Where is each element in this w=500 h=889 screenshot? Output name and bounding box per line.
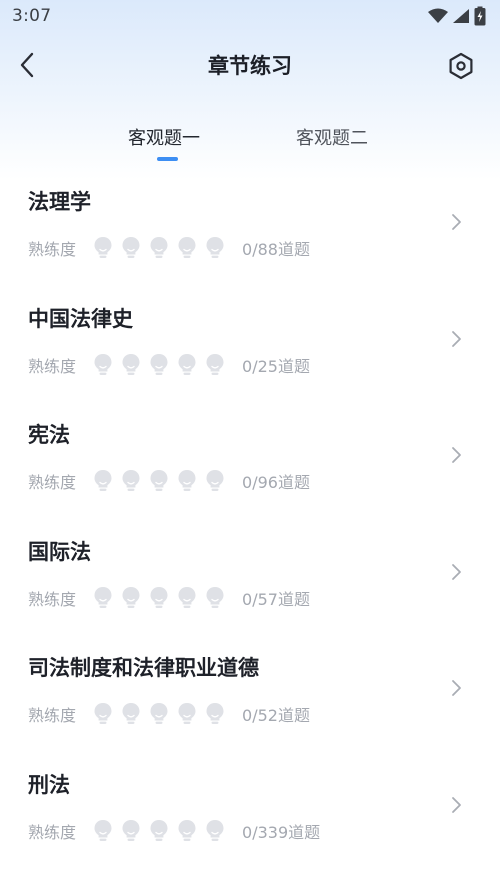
bulb-icon [178, 819, 196, 841]
chapter-title: 国际法 [28, 539, 91, 564]
bulb-icon [94, 237, 112, 258]
mastery-label: 熟练度 [28, 706, 77, 726]
chevron-right-icon [452, 447, 461, 464]
mastery-rating [93, 353, 225, 377]
mastery-label: 熟练度 [28, 589, 77, 609]
chevron-right-icon [452, 563, 461, 580]
active-tab-indicator [157, 157, 178, 161]
chapter-meta: 熟练度 0/96道题 [28, 469, 310, 493]
bulb-icon [178, 703, 196, 725]
wifi-icon [428, 8, 448, 23]
mastery-rating [93, 819, 225, 843]
settings-button[interactable] [444, 49, 478, 83]
bulb-icon [122, 353, 140, 375]
mastery-rating [93, 469, 225, 493]
bulb-icon [94, 703, 112, 725]
mastery-label: 熟练度 [28, 473, 77, 493]
bulb-icon [122, 819, 140, 841]
bulb-icon [94, 470, 112, 492]
question-progress: 0/25道题 [242, 356, 310, 376]
mastery-rating [93, 236, 225, 260]
bulb-icon [94, 819, 112, 841]
bulb-icon [150, 237, 168, 258]
bulb-icon [150, 470, 168, 492]
bulb-icon [150, 819, 168, 841]
chapter-item[interactable]: 国际法熟练度 0/57道题 [0, 516, 500, 633]
question-progress: 0/96道题 [242, 473, 310, 493]
bulb-icon [178, 586, 196, 608]
mastery-label: 熟练度 [28, 240, 77, 259]
question-progress: 0/52道题 [242, 706, 310, 726]
bulb-icon [122, 237, 140, 258]
chapter-meta: 熟练度 0/339道题 [28, 819, 320, 843]
signal-icon [453, 9, 469, 23]
chapter-title: 法理学 [28, 190, 91, 214]
status-time: 3:07 [12, 6, 52, 26]
mastery-label: 熟练度 [28, 356, 77, 376]
mastery-label: 熟练度 [28, 822, 77, 842]
chevron-right-icon [452, 680, 461, 697]
chevron-right-icon [452, 214, 461, 230]
bulb-icon [206, 470, 224, 492]
bulb-icon [122, 470, 140, 492]
chapter-item[interactable]: 中国法律史熟练度 0/25道题 [0, 283, 500, 400]
tab-bar: 客观题一 客观题二 [0, 120, 500, 164]
chapter-item[interactable]: 宪法熟练度 0/96道题 [0, 399, 500, 516]
bulb-icon [94, 353, 112, 375]
bulb-icon [178, 470, 196, 492]
bulb-icon [178, 237, 196, 258]
chapter-item[interactable]: 法理学熟练度 0/88道题 [0, 166, 500, 283]
status-icons [428, 6, 486, 26]
chapter-title: 中国法律史 [28, 306, 133, 331]
chapter-item[interactable]: 刑法熟练度 0/339道题 [0, 749, 500, 866]
status-bar: 3:07 [0, 0, 500, 34]
tab-objective-1[interactable]: 客观题一 [128, 124, 200, 150]
bulb-icon [206, 703, 224, 725]
navigation-bar: 章节练习 [0, 40, 500, 90]
battery-charging-icon [474, 6, 486, 26]
chapter-title: 司法制度和法律职业道德 [28, 656, 259, 681]
hexagon-settings-icon [449, 52, 473, 80]
bulb-icon [122, 703, 140, 725]
chapter-meta: 熟练度 0/25道题 [28, 353, 310, 377]
chevron-right-icon [452, 330, 461, 347]
tab-objective-2[interactable]: 客观题二 [296, 124, 368, 150]
chapter-meta: 熟练度 0/52道题 [28, 702, 310, 726]
bulb-icon [206, 586, 224, 608]
mastery-rating [93, 702, 225, 726]
chevron-right-icon [452, 797, 461, 813]
bulb-icon [94, 586, 112, 608]
question-progress: 0/88道题 [242, 240, 310, 259]
chapter-meta: 熟练度 0/88道题 [28, 236, 310, 260]
chapter-title: 宪法 [28, 423, 70, 448]
question-progress: 0/57道题 [242, 589, 310, 609]
mastery-rating [93, 586, 225, 610]
question-progress: 0/339道题 [242, 822, 321, 842]
bulb-icon [150, 353, 168, 375]
chapter-item[interactable]: 司法制度和法律职业道德熟练度 0/52道题 [0, 632, 500, 749]
chapter-meta: 熟练度 0/57道题 [28, 586, 310, 610]
bulb-icon [150, 703, 168, 725]
bulb-icon [150, 586, 168, 608]
bulb-icon [178, 353, 196, 375]
page-title: 章节练习 [208, 54, 292, 78]
chapter-list: 法理学 熟练度 0/88道题 中国法律史 熟练度 0/25道题 宪法 熟练度 0/96道题 国际法… [0, 166, 500, 866]
chapter-title: 刑法 [28, 772, 70, 797]
bulb-icon [206, 353, 224, 375]
bulb-icon [206, 819, 224, 841]
bulb-icon [122, 586, 140, 608]
bulb-icon [206, 237, 224, 258]
